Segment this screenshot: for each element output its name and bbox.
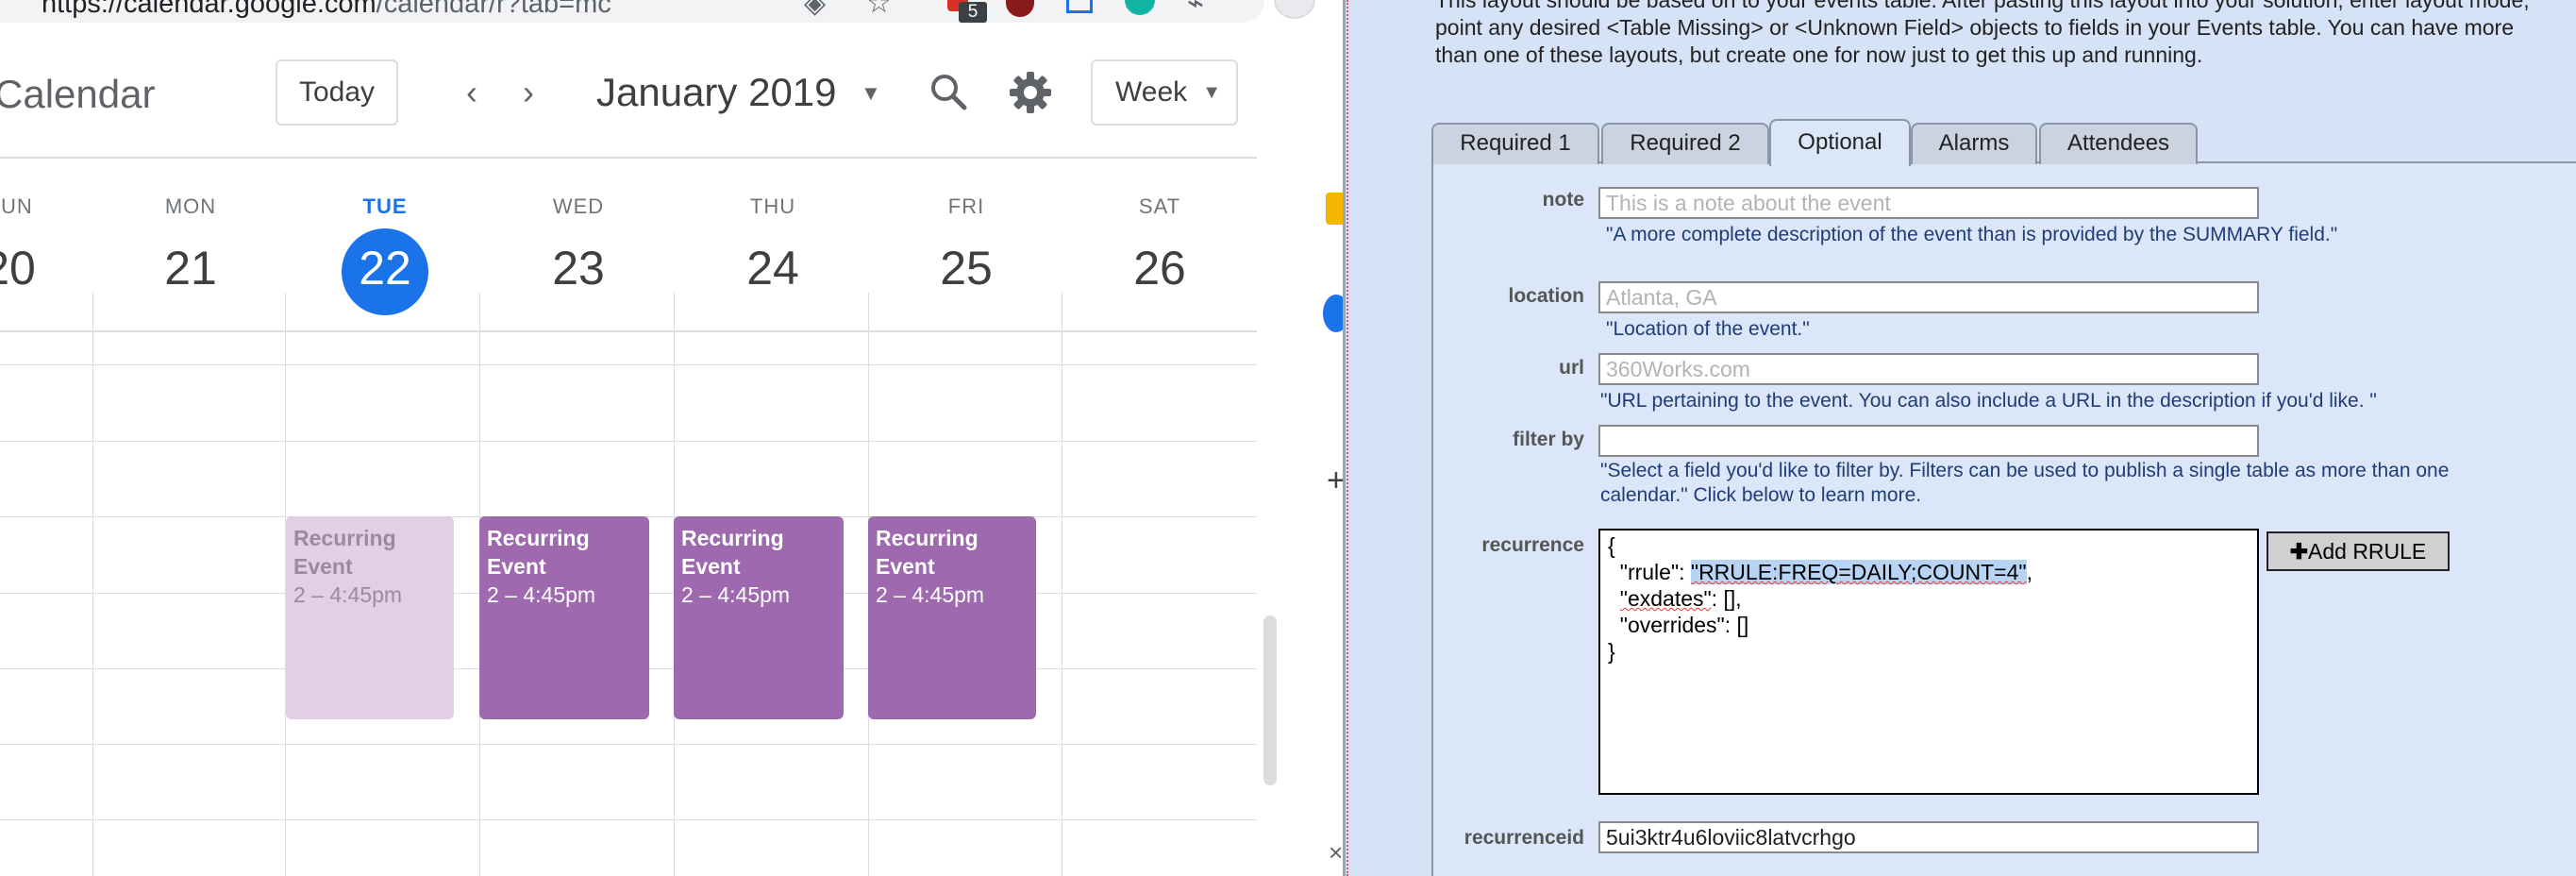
avatar[interactable] bbox=[1274, 0, 1315, 19]
grid-line bbox=[0, 744, 1257, 745]
calendar-window: https://calendar.google.com/calendar/r?t… bbox=[0, 0, 1345, 876]
event-time: 2 – 4:45pm bbox=[293, 582, 403, 607]
recurrenceid-field[interactable]: 5ui3ktr4u6loviic8latvcrhgo bbox=[1598, 821, 2259, 853]
event-title: Recurring Event bbox=[487, 526, 590, 579]
recurrence-line: "exdates": [], bbox=[1608, 585, 2250, 612]
grid-line bbox=[0, 364, 1257, 365]
scrollbar-thumb[interactable] bbox=[1263, 615, 1277, 785]
recurrence-field[interactable]: { "rrule": "RRULE:FREQ=DAILY;COUNT=4", "… bbox=[1598, 529, 2259, 795]
view-selector[interactable]: Week ▼ bbox=[1091, 59, 1238, 126]
calendar-event[interactable]: Recurring Event 2 – 4:45pm bbox=[479, 516, 649, 719]
recurrenceid-label: recurrenceid bbox=[1464, 827, 1584, 849]
day-number[interactable]: 24 bbox=[707, 234, 839, 302]
rrule-comma: , bbox=[2026, 560, 2032, 584]
tab-attendees[interactable]: Attendees bbox=[2039, 123, 2198, 164]
exdates-key: "exdates" bbox=[1619, 586, 1712, 611]
recurrence-line: "overrides": [] bbox=[1608, 612, 2250, 638]
calendar-event[interactable]: Recurring Event 2 – 4:45pm bbox=[286, 516, 454, 719]
tab-alarms[interactable]: Alarms bbox=[1911, 123, 2037, 164]
layout-guide-line bbox=[1347, 0, 1349, 876]
day-of-week: THU bbox=[749, 194, 796, 218]
location-hint: "Location of the event." bbox=[1606, 318, 1810, 340]
tab-required-1[interactable]: Required 1 bbox=[1431, 123, 1599, 164]
event-title: Recurring Event bbox=[293, 526, 396, 579]
overrides-key: "overrides" bbox=[1619, 613, 1725, 637]
url-hint: "URL pertaining to the event. You can al… bbox=[1600, 390, 2377, 412]
rrule-value: "RRULE:FREQ=DAILY;COUNT=4" bbox=[1690, 560, 2027, 584]
grid-line bbox=[0, 441, 1257, 442]
url-path: /calendar/r?tab=mc bbox=[376, 0, 611, 19]
calendar-event[interactable]: Recurring Event 2 – 4:45pm bbox=[674, 516, 844, 719]
day-of-week: FRI bbox=[947, 194, 985, 218]
search-icon[interactable] bbox=[925, 68, 974, 117]
close-icon[interactable]: × bbox=[1329, 838, 1343, 868]
grid-divider bbox=[0, 330, 1257, 332]
calendar-header: Calendar Today ‹ › January 2019 ▼ Week ▼ bbox=[0, 34, 1264, 159]
location-label: location bbox=[1508, 285, 1584, 307]
rrule-value-text: "RRULE:FREQ=DAILY;COUNT=4" bbox=[1690, 560, 2027, 584]
tab-required-2[interactable]: Required 2 bbox=[1601, 123, 1769, 164]
event-time: 2 – 4:45pm bbox=[876, 582, 985, 607]
caret-down-icon: ▼ bbox=[1202, 82, 1221, 103]
sheet-extension-icon[interactable] bbox=[1066, 0, 1093, 13]
overrides-rest: : [] bbox=[1724, 613, 1749, 637]
add-rrule-label: Add RRULE bbox=[2308, 539, 2427, 564]
layout-instructions: This layout should be based on to your e… bbox=[1435, 0, 2530, 67]
tab-optional[interactable]: Optional bbox=[1769, 119, 1911, 166]
event-title: Recurring Event bbox=[876, 526, 979, 579]
filter-by-field[interactable] bbox=[1598, 425, 2259, 457]
note-field[interactable]: This is a note about the event bbox=[1598, 187, 2259, 219]
note-label: note bbox=[1542, 189, 1584, 211]
day-number[interactable]: 25 bbox=[900, 234, 1032, 302]
url-label: url bbox=[1559, 357, 1584, 379]
filter-by-label: filter by bbox=[1513, 429, 1584, 450]
day-number[interactable]: 23 bbox=[512, 234, 644, 302]
day-of-week: SUN bbox=[0, 194, 33, 218]
exdates-rest: : [], bbox=[1711, 586, 1742, 611]
url-text: https://calendar.google.com/calendar/r?t… bbox=[42, 0, 611, 20]
month-title[interactable]: January 2019 bbox=[596, 68, 837, 117]
day-of-week: MON bbox=[164, 194, 217, 218]
keep-icon[interactable] bbox=[1326, 193, 1345, 225]
tasks-icon[interactable] bbox=[1323, 295, 1345, 332]
url-host: https://calendar.google.com bbox=[42, 0, 376, 19]
day-number[interactable]: 21 bbox=[125, 234, 257, 302]
chevron-right-icon[interactable]: › bbox=[506, 68, 551, 117]
bookmark-extension-icon[interactable]: ◈ bbox=[804, 0, 826, 20]
recurrence-line: { bbox=[1608, 533, 1615, 558]
day-of-week: WED bbox=[552, 194, 605, 218]
view-label: Week bbox=[1115, 76, 1188, 108]
event-time: 2 – 4:45pm bbox=[681, 582, 791, 607]
add-rrule-button[interactable]: ✚Add RRULE bbox=[2267, 531, 2450, 571]
recurrence-line: "rrule": "RRULE:FREQ=DAILY;COUNT=4", bbox=[1608, 559, 2250, 585]
app-name: Calendar bbox=[0, 72, 156, 116]
recurrence-label: recurrence bbox=[1481, 534, 1584, 556]
gear-icon[interactable] bbox=[1004, 66, 1057, 119]
grid-column-line bbox=[92, 293, 93, 876]
note-hint: "A more complete description of the even… bbox=[1606, 224, 2338, 245]
event-time: 2 – 4:45pm bbox=[487, 582, 596, 607]
url-field[interactable]: 360Works.com bbox=[1598, 353, 2259, 385]
caret-down-icon[interactable]: ▼ bbox=[861, 72, 881, 115]
rrule-key: "rrule": bbox=[1619, 560, 1691, 584]
cast-icon[interactable]: ⌁ bbox=[1187, 0, 1204, 20]
extension-badge: 5 bbox=[959, 2, 987, 23]
side-panel bbox=[1283, 151, 1345, 876]
day-of-week: SAT bbox=[1138, 194, 1181, 218]
location-field[interactable]: Atlanta, GA bbox=[1598, 281, 2259, 313]
day-number[interactable]: 26 bbox=[1094, 234, 1226, 302]
event-title: Recurring Event bbox=[681, 526, 784, 579]
today-button[interactable]: Today bbox=[276, 59, 398, 126]
day-of-week-today: TUE bbox=[362, 194, 408, 218]
recurrence-line: } bbox=[1608, 639, 1615, 664]
plus-icon: ✚ bbox=[2289, 539, 2308, 564]
calendar-event[interactable]: Recurring Event 2 – 4:45pm bbox=[868, 516, 1036, 719]
filter-by-hint: "Select a field you'd like to filter by.… bbox=[1600, 460, 2450, 506]
star-icon[interactable]: ☆ bbox=[866, 0, 892, 20]
chevron-left-icon[interactable]: ‹ bbox=[449, 68, 494, 117]
day-number[interactable]: 20 bbox=[0, 234, 75, 302]
day-number-today[interactable]: 22 bbox=[319, 234, 451, 302]
grid-line bbox=[0, 819, 1257, 820]
